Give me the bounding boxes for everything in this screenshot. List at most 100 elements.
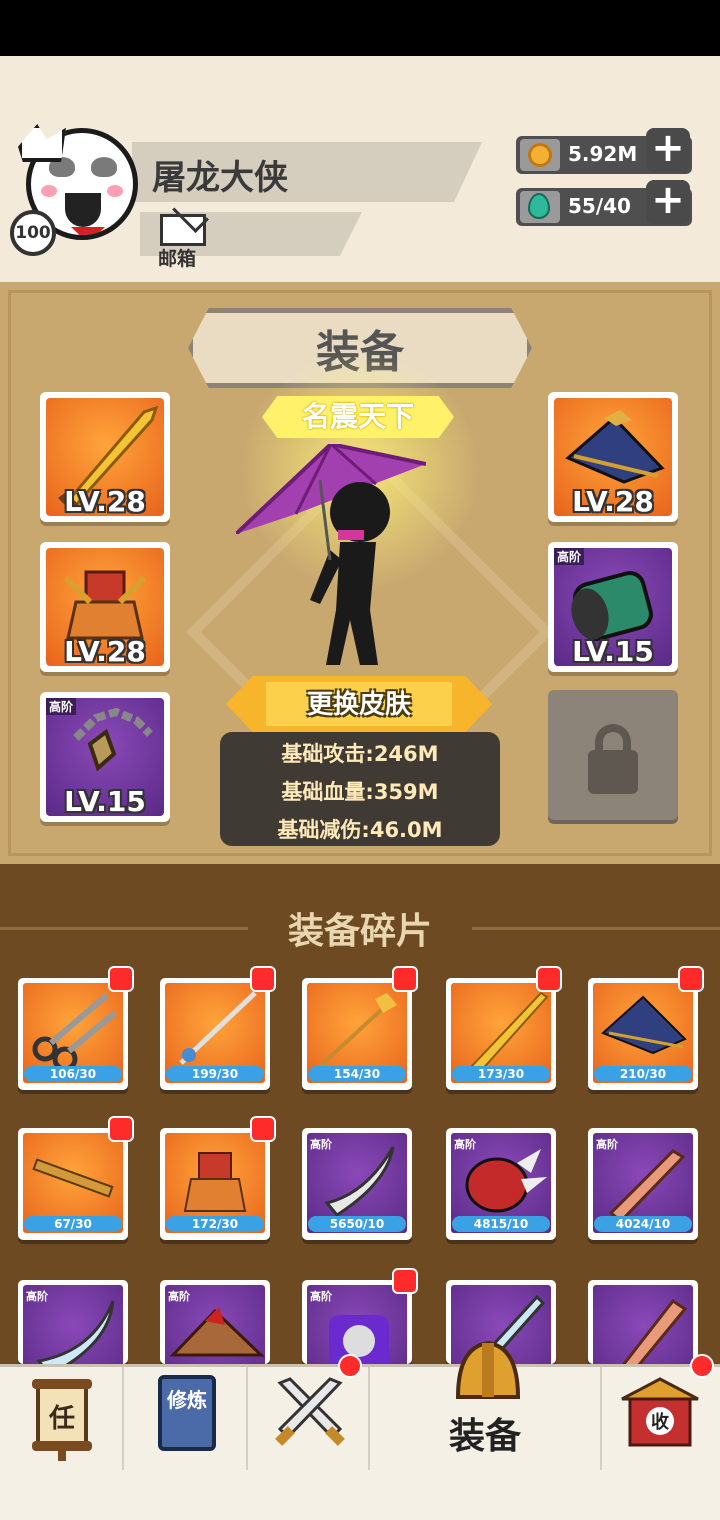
equip-slot-necklace[interactable]: 高阶 LV.15 [40, 692, 170, 822]
nav-training[interactable]: 修炼 [124, 1367, 248, 1473]
gem-icon-box [520, 191, 560, 223]
collect-notification-dot [690, 1354, 714, 1378]
avatar-eye [91, 157, 117, 177]
notification-dot [108, 966, 134, 992]
avatar-blush [41, 185, 57, 197]
equip-slot-weapon[interactable]: LV.28 [40, 392, 170, 522]
avatar-mouth [65, 193, 101, 227]
add-gems-button[interactable]: + [646, 180, 690, 224]
fragment-card[interactable]: 106/30 [18, 978, 128, 1090]
equip-slot-gauntlet[interactable]: 高阶 LV.15 [548, 542, 678, 672]
nav-battle[interactable] [248, 1367, 370, 1473]
coin-counter: 5.92M + [516, 128, 692, 174]
avatar-blush [107, 185, 123, 197]
crossed-swords-icon [275, 1377, 345, 1446]
change-skin-label[interactable]: 更换皮肤 [226, 684, 492, 721]
slot-level: LV.28 [64, 635, 146, 668]
player-level-badge: 100 [10, 210, 56, 256]
character-title-banner: 名震天下 [262, 396, 454, 438]
nav-tasks[interactable]: 任 [0, 1367, 124, 1473]
fragment-count: 210/30 [594, 1066, 692, 1082]
tier-tag: 高阶 [46, 698, 77, 715]
character-figure[interactable] [290, 480, 410, 670]
fragment-card[interactable]: 高阶 5650/10 [302, 1128, 412, 1240]
coin-value: 5.92M [568, 142, 638, 166]
book-icon-text: 修炼 [166, 1388, 207, 1412]
slot-level: LV.15 [572, 635, 654, 668]
tier-tag: 高阶 [26, 1290, 48, 1303]
fragment-card[interactable]: 高阶 [18, 1280, 128, 1364]
tier-tag: 高阶 [596, 1138, 618, 1151]
fragment-card[interactable]: 高阶 [160, 1280, 270, 1364]
mail-icon[interactable] [160, 214, 206, 246]
fragment-card[interactable]: 高阶 4024/10 [588, 1128, 698, 1240]
notification-dot [536, 966, 562, 992]
book-icon: 修炼 [158, 1375, 216, 1451]
wood-blade-icon [622, 1298, 688, 1364]
fragment-count: 173/30 [452, 1066, 550, 1082]
notification-dot [108, 1116, 134, 1142]
coin-icon-box [520, 139, 560, 171]
tier-tag: 高阶 [168, 1290, 190, 1303]
fragment-count: 106/30 [24, 1066, 122, 1082]
fragment-card[interactable] [588, 1280, 698, 1364]
fragment-count: 5650/10 [308, 1216, 406, 1232]
fragment-card[interactable]: 210/30 [588, 978, 698, 1090]
bottom-bar-spacer [0, 1470, 720, 1520]
helmet-icon [455, 1340, 521, 1399]
scroll-icon: 任 [32, 1379, 92, 1461]
nav-collect[interactable]: 收 [602, 1367, 720, 1473]
avatar-scarf [71, 227, 105, 235]
fragment-card[interactable]: 199/30 [160, 978, 270, 1090]
tier-tag: 高阶 [310, 1138, 332, 1151]
avatar[interactable]: 100 [10, 124, 142, 256]
fragment-count: 154/30 [308, 1066, 406, 1082]
nav-equipment-label: 装备 [448, 1416, 521, 1457]
gem-counter: 55/40 + [516, 180, 692, 226]
fragment-card[interactable]: 154/30 [302, 978, 412, 1090]
gem-value: 55/40 [568, 194, 631, 218]
slot-level: LV.28 [572, 485, 654, 518]
battle-notification-dot [338, 1354, 362, 1378]
fragment-count: 4815/10 [452, 1216, 550, 1232]
tier-tag: 高阶 [454, 1138, 476, 1151]
stat-attack: 基础攻击:246M [281, 742, 439, 766]
coin-icon [528, 143, 552, 167]
mail-label[interactable]: 邮箱 [158, 244, 196, 271]
notification-dot [392, 1268, 418, 1294]
fragment-card[interactable]: 173/30 [446, 978, 556, 1090]
notification-dot [392, 966, 418, 992]
gem-icon [528, 193, 550, 219]
shop-icon-text: 收 [651, 1411, 669, 1433]
bottom-nav: 任 修炼 装备 收 [0, 1340, 720, 1473]
status-bar [0, 0, 720, 56]
add-coins-button[interactable]: + [646, 128, 690, 172]
notification-dot [250, 966, 276, 992]
avatar-hair [18, 124, 66, 162]
lock-icon-body [588, 750, 638, 794]
fragment-background [593, 1285, 693, 1364]
fragment-count: 4024/10 [594, 1216, 692, 1232]
shop-icon: 收 [621, 1377, 699, 1447]
fragment-count: 172/30 [166, 1216, 264, 1232]
equip-slot-hat[interactable]: LV.28 [548, 392, 678, 522]
scroll-icon-text: 任 [48, 1404, 75, 1434]
tier-tag: 高阶 [554, 548, 585, 565]
fragment-count: 67/30 [24, 1216, 122, 1232]
stat-defense: 基础减伤:46.0M [277, 818, 443, 842]
fragment-card[interactable]: 高阶 4815/10 [446, 1128, 556, 1240]
equip-slot-armor[interactable]: LV.28 [40, 542, 170, 672]
slot-level: LV.15 [64, 785, 146, 818]
notification-dot [678, 966, 704, 992]
tier-tag: 高阶 [310, 1290, 332, 1303]
notification-dot [250, 1116, 276, 1142]
locked-slot[interactable] [548, 690, 678, 820]
slot-level: LV.28 [64, 485, 146, 518]
nav-equipment[interactable]: 装备 [370, 1340, 602, 1473]
stats-box: 基础攻击:246M 基础血量:359M 基础减伤:46.0M [220, 732, 500, 846]
fragment-card[interactable]: 172/30 [160, 1128, 270, 1240]
fragment-count: 199/30 [166, 1066, 264, 1082]
fragment-card[interactable]: 67/30 [18, 1128, 128, 1240]
player-name: 屠龙大侠 [152, 158, 288, 198]
fragments-title: 装备碎片 [287, 911, 432, 952]
